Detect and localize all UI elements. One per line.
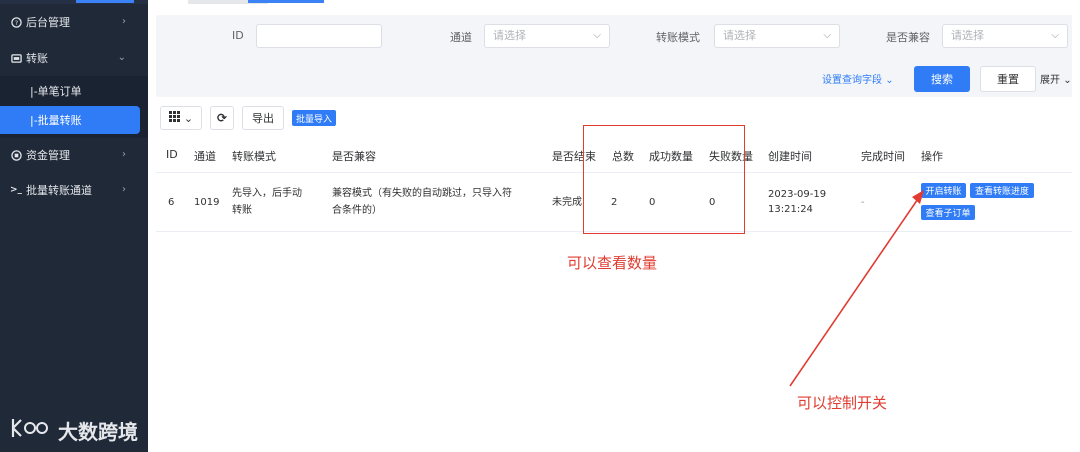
grid-icon: [168, 111, 180, 125]
search-button-label: 搜索: [931, 73, 953, 86]
refresh-icon: ⟳: [216, 111, 228, 125]
id-input[interactable]: [256, 24, 382, 48]
chevron-down-icon: ⌵: [1051, 30, 1059, 41]
chevron-down-icon: ⌵: [823, 30, 831, 41]
cell-finished: -: [861, 197, 865, 208]
chevron-down-icon: ⌄: [1063, 75, 1072, 86]
cell-compat-line1: 兼容模式（有失败的自动跳过，只导入符: [332, 188, 512, 199]
sidebar-item-label: 后台管理: [26, 16, 70, 29]
view-progress-label: 查看转账进度: [974, 187, 1029, 197]
compat-select[interactable]: 请选择 ⌵: [942, 24, 1068, 48]
mode-label: 转账模式: [656, 31, 700, 44]
annotation-count-note: 可以查看数量: [567, 254, 658, 272]
batch-import-button[interactable]: 批量导入: [292, 110, 337, 126]
watermark-logo-glyph: [11, 419, 48, 437]
sidebar-item-batch-channel[interactable]: >_ 批量转账通道 ›: [0, 173, 148, 207]
compat-label: 是否兼容: [886, 31, 930, 44]
sidebar-item-transfer[interactable]: 转账 ⌄: [0, 41, 148, 75]
search-button[interactable]: 搜索: [914, 66, 970, 92]
header-mode: 转账模式: [232, 150, 276, 163]
annotation-highlight-box: [583, 125, 745, 234]
coin-icon: [10, 149, 22, 161]
start-transfer-label: 开启转账: [925, 187, 962, 197]
cell-ended: 未完成: [552, 197, 582, 208]
chevron-right-icon: ›: [122, 149, 126, 160]
sidebar-item-label: |-单笔订单: [30, 85, 82, 98]
expand-label: 展开: [1040, 75, 1060, 86]
chevron-down-icon: ⌄: [885, 75, 894, 86]
header-compat: 是否兼容: [332, 150, 376, 163]
mode-select[interactable]: 请选择 ⌵: [714, 24, 840, 48]
header-id: ID: [166, 148, 178, 161]
active-tab-underline: [248, 0, 324, 3]
svg-text:?: ?: [14, 18, 17, 26]
annotation-arrow-line: [789, 192, 923, 387]
sidebar-item-single-order[interactable]: |-单笔订单: [0, 77, 140, 105]
cell-id: 6: [168, 197, 175, 208]
channel-placeholder: 请选择: [493, 29, 526, 42]
sidebar-item-admin[interactable]: ? 后台管理 ›: [0, 5, 148, 39]
sidebar: ? 后台管理 › 转账 ⌄ |-单笔订单 |-批量转账 资金管理 › >_ 批量…: [0, 0, 148, 452]
header-finished: 完成时间: [861, 150, 905, 163]
chevron-down-icon: ⌵: [593, 30, 601, 41]
reset-button[interactable]: 重置: [980, 66, 1036, 92]
active-tab-indicator: [76, 0, 134, 3]
sidebar-item-funds[interactable]: 资金管理 ›: [0, 138, 148, 172]
question-circle-icon: ?: [10, 16, 22, 28]
header-actions: 操作: [921, 150, 943, 163]
header-channel: 通道: [194, 150, 216, 163]
channel-label: 通道: [450, 31, 472, 44]
transfer-icon: [10, 52, 22, 64]
chevron-right-icon: ›: [122, 184, 126, 195]
compat-placeholder: 请选择: [951, 29, 984, 42]
watermark-logo: [10, 417, 50, 444]
cell-created-date: 2023-09-19: [768, 189, 827, 200]
header-created: 创建时间: [768, 150, 812, 163]
cell-mode-line1: 先导入，后手动: [232, 188, 302, 199]
chevron-down-icon: ⌄: [183, 111, 194, 125]
expand-link[interactable]: 展开 ⌄: [1040, 71, 1072, 86]
sidebar-item-label: |-批量转账: [30, 114, 82, 127]
cell-created-time: 13:21:24: [768, 204, 813, 215]
main-content: ID 通道 请选择 ⌵ 转账模式 请选择 ⌵ 是否兼容 请选择 ⌵ 设置查询字段…: [148, 0, 1080, 452]
filter-panel: ID 通道 请选择 ⌵ 转账模式 请选择 ⌵ 是否兼容 请选择 ⌵ 设置查询字段…: [156, 15, 1072, 97]
sidebar-item-label: 资金管理: [26, 149, 70, 162]
id-label: ID: [232, 29, 244, 42]
cell-mode-line2: 转账: [232, 205, 252, 216]
export-button[interactable]: 导出: [242, 106, 284, 130]
cell-compat-line2: 合条件的）: [332, 205, 382, 216]
view-progress-button[interactable]: 查看转账进度: [970, 183, 1034, 198]
sidebar-item-label: 转账: [26, 52, 48, 65]
view-suborders-label: 查看子订单: [925, 209, 971, 219]
channel-select[interactable]: 请选择 ⌵: [484, 24, 610, 48]
reset-button-label: 重置: [997, 73, 1019, 86]
view-suborders-button[interactable]: 查看子订单: [921, 205, 975, 220]
sidebar-item-batch-transfer[interactable]: |-批量转账: [0, 106, 140, 134]
cell-channel: 1019: [194, 197, 220, 208]
batch-import-label: 批量导入: [296, 114, 333, 125]
advanced-fields-link[interactable]: 设置查询字段 ⌄: [822, 71, 894, 86]
terminal-icon: >_: [9, 185, 23, 195]
annotation-switch-note: 可以控制开关: [797, 394, 888, 412]
column-settings-button[interactable]: ⌄: [160, 106, 202, 130]
watermark-text: 大数跨境: [58, 420, 138, 444]
refresh-button[interactable]: ⟳: [210, 106, 234, 130]
export-button-label: 导出: [252, 112, 274, 125]
start-transfer-button[interactable]: 开启转账: [921, 183, 966, 198]
sidebar-top-strip: [0, 0, 148, 4]
mode-placeholder: 请选择: [723, 29, 756, 42]
watermark: 大数跨境: [10, 416, 138, 445]
advanced-fields-label: 设置查询字段: [822, 75, 882, 86]
sidebar-item-label: 批量转账通道: [26, 184, 92, 197]
chevron-right-icon: ›: [122, 16, 126, 27]
chevron-down-icon: ⌄: [117, 52, 126, 63]
